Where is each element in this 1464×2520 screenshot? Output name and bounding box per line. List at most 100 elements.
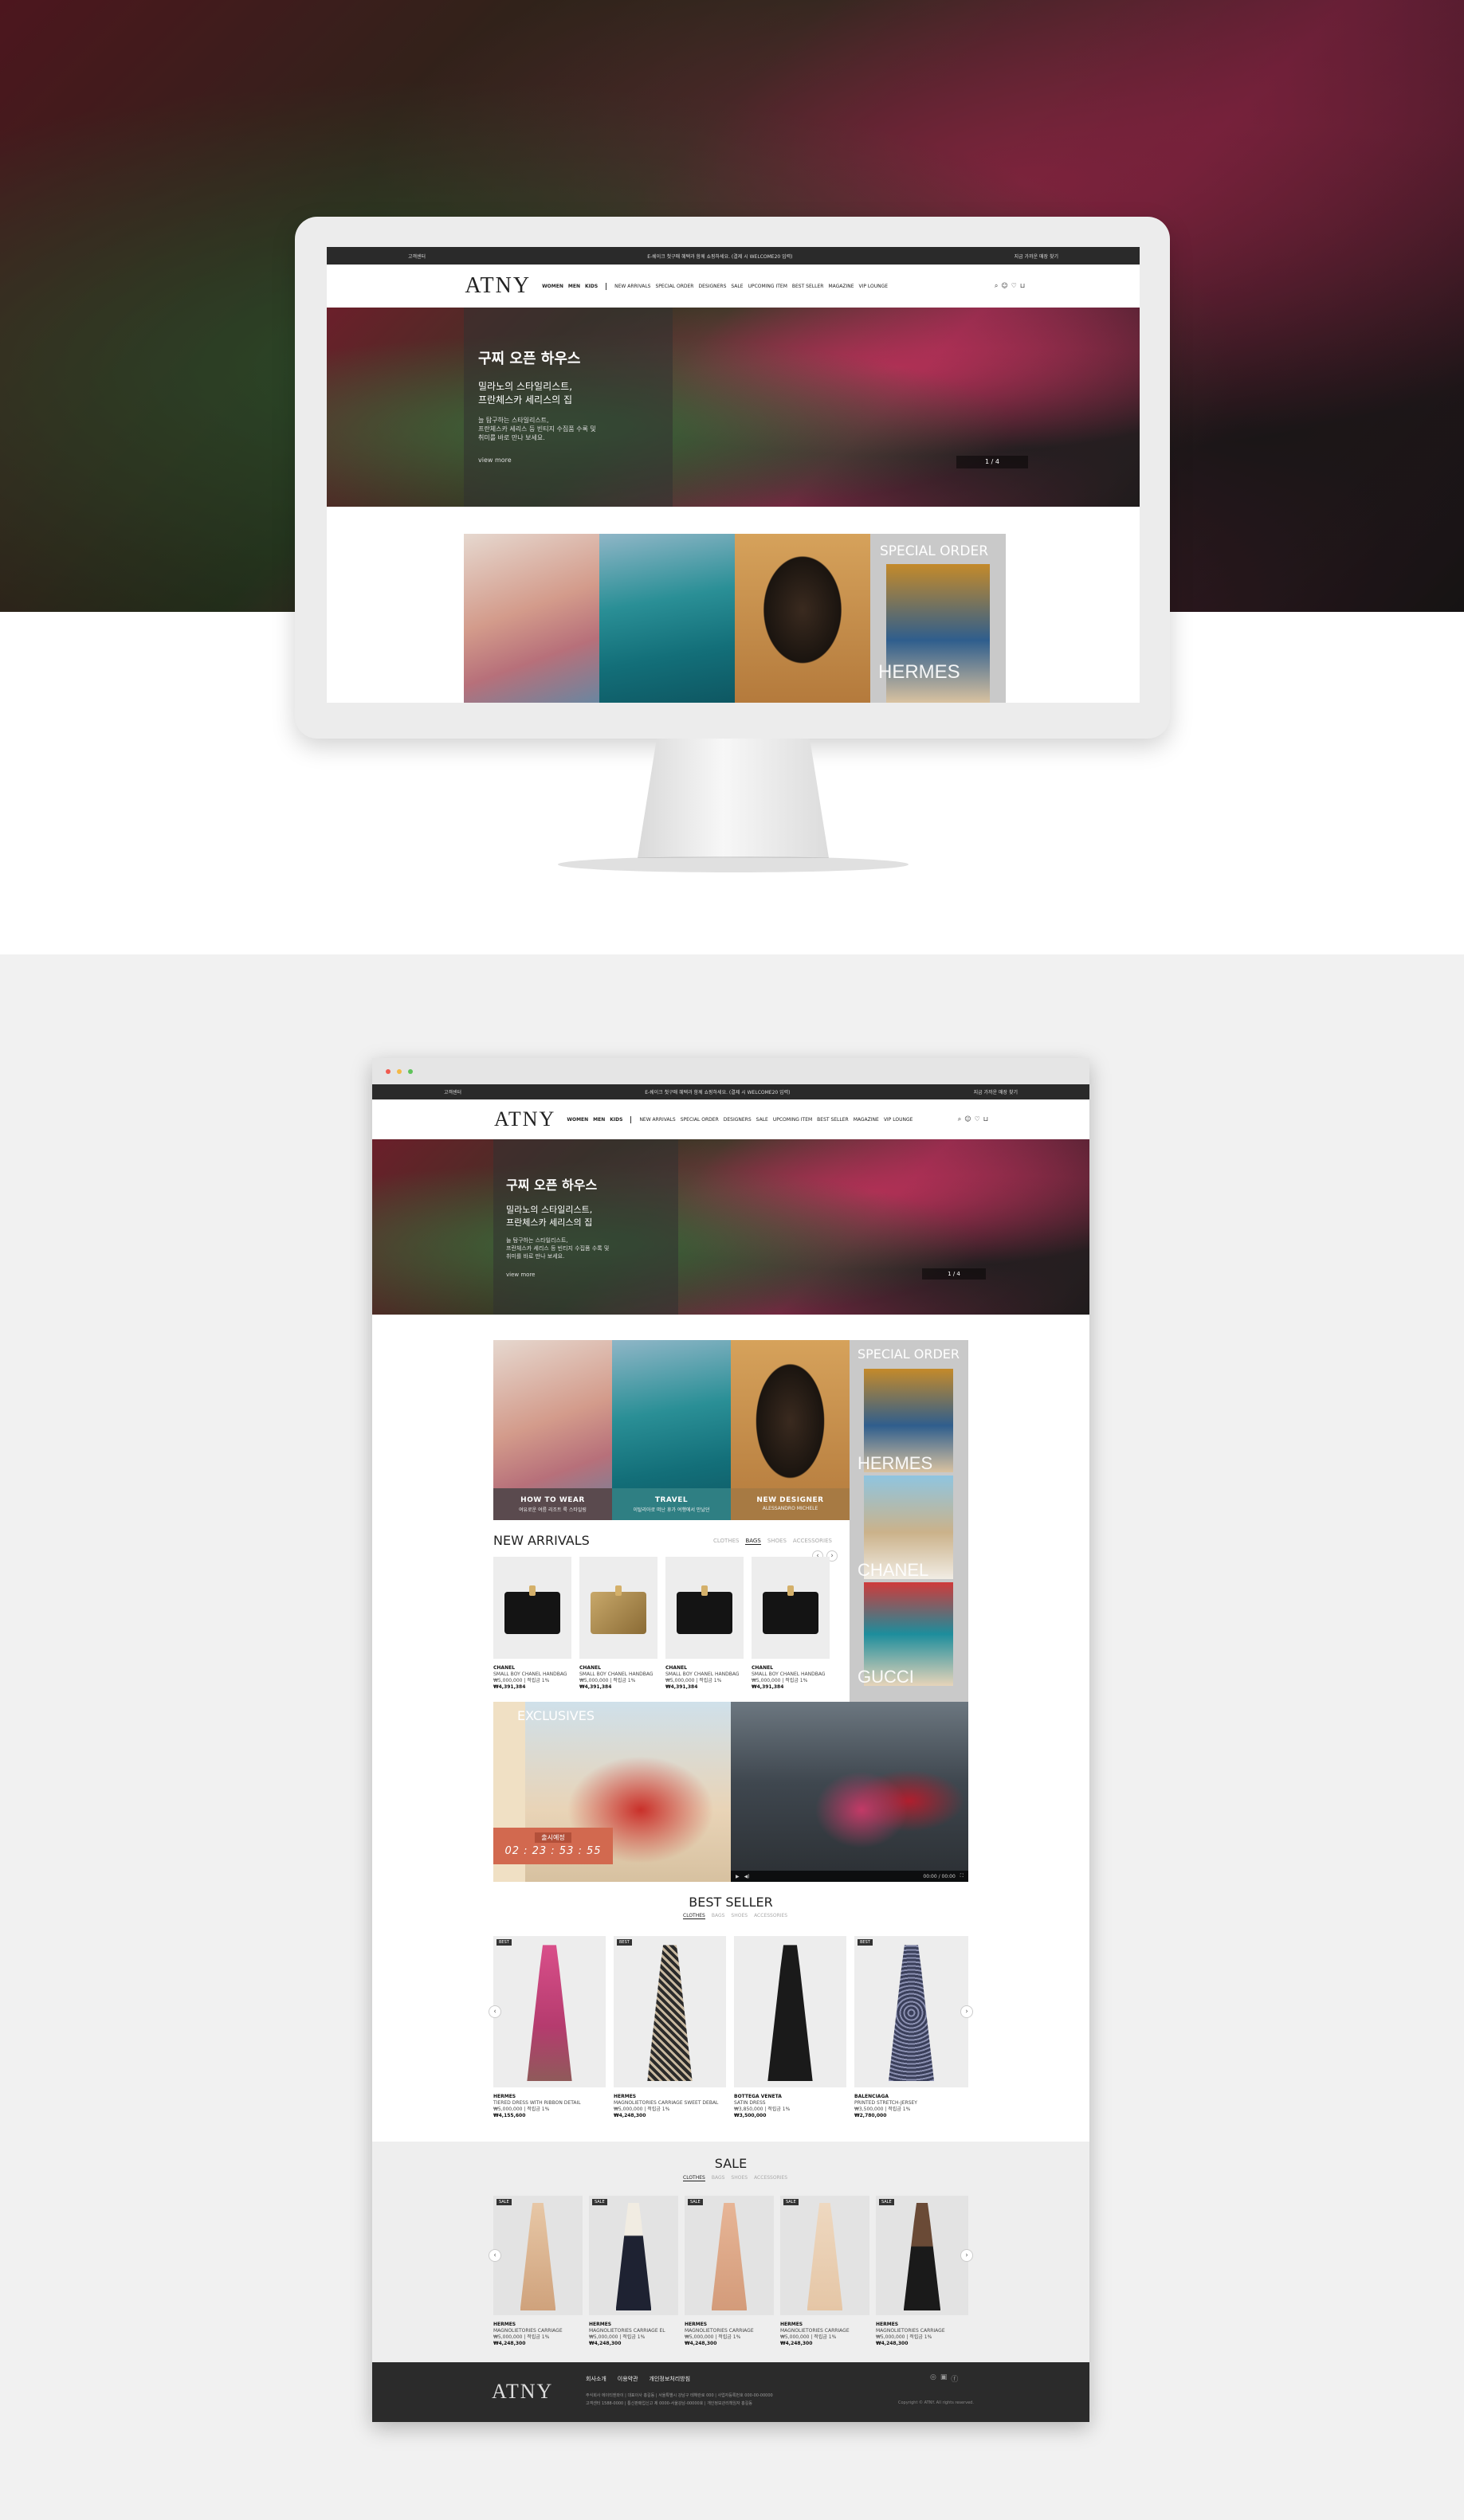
product-card[interactable]: CHANEL SMALL BOY CHANEL HANDBAG ₩5,000,0…	[752, 1557, 830, 1691]
youtube-icon[interactable]: ▣	[940, 2373, 948, 2384]
hero-view-more[interactable]: view more	[506, 1272, 665, 1278]
tab-clothes[interactable]: CLOTHES	[713, 1538, 739, 1545]
hero-banner[interactable]: 구찌 오픈 하우스 밀라노의 스타일리스트, 프란체스카 세리스의 집 늘 탐구…	[372, 1139, 1089, 1315]
user-icon[interactable]: ☺	[964, 1115, 971, 1123]
store-finder-link[interactable]: 지금 가까운 매장 찾기	[974, 1088, 1018, 1095]
product-card[interactable]: CHANEL SMALL BOY CHANEL HANDBAG ₩5,000,0…	[665, 1557, 744, 1691]
product-card[interactable]: SALE HERMES MAGNOLIETORIES CARRIAGE ₩5,0…	[493, 2196, 583, 2347]
menu-upcoming[interactable]: UPCOMING ITEM	[748, 284, 787, 289]
footer-link-terms[interactable]: 이용약관	[618, 2375, 638, 2383]
menu-women[interactable]: WOMEN	[542, 284, 563, 289]
menu-upcoming[interactable]: UPCOMING ITEM	[773, 1117, 812, 1123]
footer-link-about[interactable]: 회사소개	[586, 2375, 606, 2383]
brand-gucci[interactable]: GUCCI	[858, 1667, 914, 1687]
customer-center-link[interactable]: 고객센터	[444, 1088, 461, 1095]
tab-shoes[interactable]: SHOES	[767, 1538, 787, 1545]
tile-travel[interactable]: TRAVEL 이탈리아로 떠난 휴가 여행에서 만났던	[612, 1340, 731, 1520]
product-image[interactable]	[752, 1557, 830, 1659]
product-card[interactable]: SALE HERMES MAGNOLIETORIES CARRIAGE ₩5,0…	[876, 2196, 968, 2347]
product-card[interactable]: BEST BALENCIAGA PRINTED STRETCH-JERSEY ₩…	[854, 1936, 968, 2119]
product-card[interactable]: BEST HERMES TIERED DRESS WITH RIBBON DET…	[493, 1936, 606, 2119]
heart-icon[interactable]: ♡	[975, 1115, 980, 1123]
footer-link-privacy[interactable]: 개인정보처리방침	[650, 2375, 691, 2383]
menu-designers[interactable]: DESIGNERS	[724, 1117, 752, 1123]
menu-magazine[interactable]: MAGAZINE	[828, 284, 854, 289]
menu-kids[interactable]: KIDS	[585, 284, 598, 289]
tile-how-to-wear[interactable]: HOW TO WEAR 여유로운 여름 리조트 룩 스타일링	[493, 1340, 612, 1520]
bag-icon[interactable]: ⊔	[1020, 282, 1025, 290]
hero-pager[interactable]: 1 / 4	[922, 1268, 986, 1280]
customer-center-link[interactable]: 고객센터	[408, 253, 426, 260]
menu-special-order[interactable]: SPECIAL ORDER	[681, 1117, 719, 1123]
tile-sea-photo[interactable]	[599, 534, 735, 703]
next-arrow-icon[interactable]: ›	[960, 2249, 973, 2262]
minimize-dot[interactable]	[397, 1069, 402, 1074]
product-image[interactable]: BEST	[854, 1936, 968, 2087]
menu-special-order[interactable]: SPECIAL ORDER	[655, 284, 693, 289]
product-image[interactable]: SALE	[780, 2196, 869, 2315]
menu-men[interactable]: MEN	[568, 284, 580, 289]
product-card[interactable]: CHANEL SMALL BOY CHANEL HANDBAG ₩5,000,0…	[493, 1557, 571, 1691]
hero-banner[interactable]: 구찌 오픈 하우스 밀라노의 스타일리스트, 프란체스카 세리스의 집 늘 탐구…	[327, 308, 1140, 507]
menu-sale[interactable]: SALE	[731, 284, 743, 289]
prev-arrow-icon[interactable]: ‹	[489, 2249, 501, 2262]
menu-designers[interactable]: DESIGNERS	[698, 284, 726, 289]
menu-new-arrivals[interactable]: NEW ARRIVALS	[639, 1117, 675, 1123]
product-card[interactable]: CHANEL SMALL BOY CHANEL HANDBAG ₩5,000,0…	[579, 1557, 657, 1691]
tile-new-designer[interactable]: NEW DESIGNER ALESSANDRO MICHELE	[731, 1340, 850, 1520]
next-arrow-icon[interactable]: ›	[960, 2005, 973, 2018]
facebook-icon[interactable]: ⓕ	[951, 2373, 958, 2384]
product-image[interactable]	[734, 1936, 846, 2087]
brand-chanel[interactable]: CHANEL	[858, 1560, 928, 1581]
tab-bags[interactable]: BAGS	[712, 2175, 725, 2181]
tab-clothes[interactable]: CLOTHES	[683, 1913, 705, 1919]
runway-video[interactable]: ▶ ◀) 00:00 / 00:00 ⛶	[731, 1702, 968, 1882]
product-image[interactable]	[579, 1557, 657, 1659]
product-image[interactable]: BEST	[493, 1936, 606, 2087]
product-image[interactable]	[493, 1557, 571, 1659]
heart-icon[interactable]: ♡	[1011, 282, 1017, 290]
product-card[interactable]: BEST HERMES MAGNOLIETORIES CARRIAGE SWEE…	[614, 1936, 726, 2119]
menu-sale[interactable]: SALE	[756, 1117, 768, 1123]
close-dot[interactable]	[386, 1069, 391, 1074]
bag-icon[interactable]: ⊔	[983, 1115, 988, 1123]
volume-icon[interactable]: ◀)	[744, 1874, 750, 1879]
search-icon[interactable]: ⌕	[995, 282, 998, 290]
tab-accessories[interactable]: ACCESSORIES	[754, 1913, 787, 1919]
search-icon[interactable]: ⌕	[958, 1115, 961, 1123]
exclusives-banner[interactable]: EXCLUSIVES 출시예정 02 : 23 : 53 : 55	[493, 1702, 731, 1882]
product-image[interactable]: SALE	[493, 2196, 583, 2315]
maximize-dot[interactable]	[408, 1069, 413, 1074]
hero-pager[interactable]: 1 / 4	[956, 456, 1028, 468]
store-finder-link[interactable]: 지금 가까운 매장 찾기	[1015, 253, 1058, 260]
menu-new-arrivals[interactable]: NEW ARRIVALS	[614, 284, 650, 289]
play-icon[interactable]: ▶	[736, 1874, 740, 1879]
site-logo[interactable]: ATNY	[494, 1107, 555, 1131]
product-image[interactable]: SALE	[589, 2196, 678, 2315]
tab-clothes[interactable]: CLOTHES	[683, 2175, 705, 2181]
menu-vip-lounge[interactable]: VIP LOUNGE	[859, 284, 889, 289]
prev-arrow-icon[interactable]: ‹	[489, 2005, 501, 2018]
brand-hermes[interactable]: HERMES	[878, 661, 960, 684]
product-image[interactable]: BEST	[614, 1936, 726, 2087]
user-icon[interactable]: ☺	[1001, 282, 1007, 290]
product-image[interactable]	[665, 1557, 744, 1659]
product-card[interactable]: SALE HERMES MAGNOLIETORIES CARRIAGE ₩5,0…	[685, 2196, 774, 2347]
product-image[interactable]: SALE	[685, 2196, 774, 2315]
menu-women[interactable]: WOMEN	[567, 1117, 588, 1123]
hero-view-more[interactable]: view more	[478, 457, 658, 464]
tab-shoes[interactable]: SHOES	[731, 1913, 748, 1919]
tile-beach-photo[interactable]	[464, 534, 599, 703]
tab-bags[interactable]: BAGS	[712, 1913, 725, 1919]
instagram-icon[interactable]: ◎	[930, 2373, 936, 2384]
tab-accessories[interactable]: ACCESSORIES	[793, 1538, 832, 1545]
brand-hermes[interactable]: HERMES	[858, 1453, 932, 1474]
menu-kids[interactable]: KIDS	[610, 1117, 622, 1123]
fullscreen-icon[interactable]: ⛶	[960, 1873, 964, 1879]
tab-bags[interactable]: BAGS	[745, 1538, 761, 1545]
site-logo[interactable]: ATNY	[465, 273, 531, 299]
menu-magazine[interactable]: MAGAZINE	[854, 1117, 879, 1123]
tab-shoes[interactable]: SHOES	[731, 2175, 748, 2181]
menu-best-seller[interactable]: BEST SELLER	[817, 1117, 849, 1123]
tile-designer-photo[interactable]	[735, 534, 870, 703]
